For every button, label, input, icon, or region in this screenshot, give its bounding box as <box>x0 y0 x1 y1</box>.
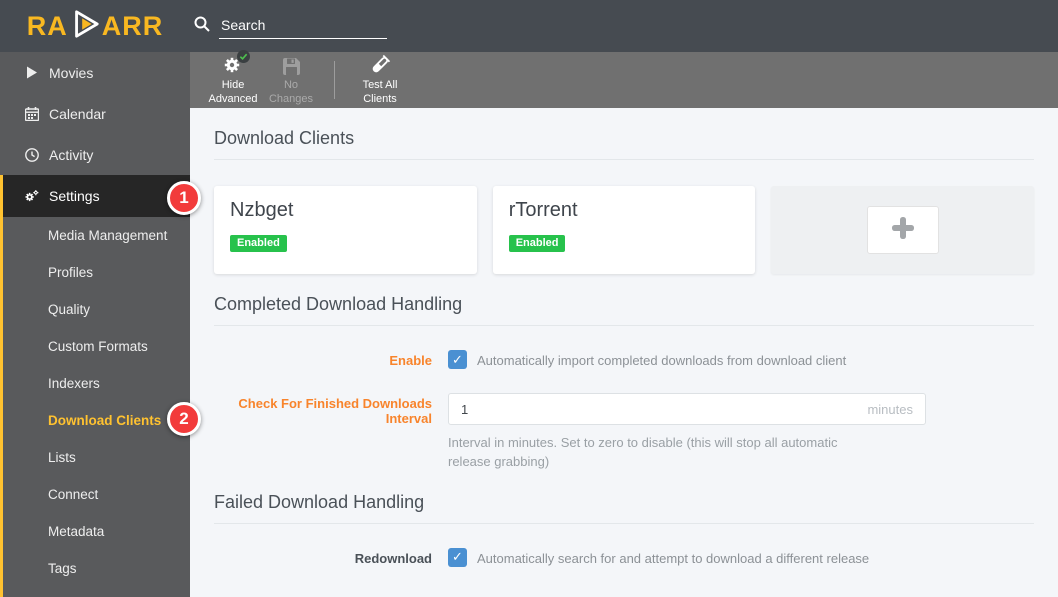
play-logo-icon <box>70 9 100 44</box>
logo-text-right: ARR <box>102 11 164 42</box>
interval-help-text: Interval in minutes. Set to zero to disa… <box>448 434 876 472</box>
gears-icon <box>24 189 39 204</box>
client-name: rTorrent <box>509 199 740 222</box>
redownload-setting-row: Redownload ✓ Automatically search for an… <box>214 548 1034 567</box>
interval-input[interactable] <box>461 402 761 417</box>
redownload-label: Redownload <box>214 548 432 566</box>
section-title-download-clients: Download Clients <box>214 128 1034 160</box>
search-icon <box>194 16 210 37</box>
enabled-badge: Enabled <box>509 235 566 252</box>
no-changes-button[interactable]: No Changes <box>262 54 320 105</box>
enable-caption: Automatically import completed downloads… <box>477 350 846 369</box>
sidebar-item-tags[interactable]: Tags <box>3 550 190 587</box>
test-vial-icon <box>369 54 391 76</box>
redownload-caption: Automatically search for and attempt to … <box>477 548 869 567</box>
test-all-clients-button[interactable]: Test All Clients <box>351 54 409 105</box>
enabled-badge: Enabled <box>230 235 287 252</box>
search-bar <box>194 14 387 39</box>
enable-checkbox[interactable]: ✓ <box>448 350 467 369</box>
sidebar-item-indexers[interactable]: Indexers <box>3 365 190 402</box>
hide-advanced-button[interactable]: Hide Advanced <box>204 54 262 105</box>
interval-setting-row: Check For Finished Downloads Interval mi… <box>214 393 1034 472</box>
sidebar-item-activity[interactable]: Activity <box>0 134 190 175</box>
enable-label: Enable <box>214 350 432 368</box>
section-title-completed-download-handling: Completed Download Handling <box>214 294 1034 326</box>
annotation-step-2-badge: 2 <box>167 402 201 436</box>
redownload-control: ✓ Automatically search for and attempt t… <box>448 548 869 567</box>
enable-control: ✓ Automatically import completed downloa… <box>448 350 846 369</box>
logo-text-left: RA <box>27 11 68 42</box>
sidebar-item-profiles[interactable]: Profiles <box>3 254 190 291</box>
sidebar-item-metadata[interactable]: Metadata <box>3 513 190 550</box>
sidebar-item-custom-formats[interactable]: Custom Formats <box>3 328 190 365</box>
gear-check-icon <box>222 54 244 76</box>
sidebar-item-connect[interactable]: Connect <box>3 476 190 513</box>
interval-control: minutes Interval in minutes. Set to zero… <box>448 393 926 472</box>
main-column: Hide Advanced No Changes <box>190 52 1058 597</box>
annotation-step-1-badge: 1 <box>167 181 201 215</box>
floppy-save-icon <box>282 54 301 76</box>
calendar-icon <box>24 107 39 121</box>
play-icon <box>24 66 39 79</box>
add-client-button[interactable] <box>867 206 939 254</box>
sidebar-item-movies[interactable]: Movies <box>0 52 190 93</box>
sidebar-item-label: Calendar <box>49 106 106 122</box>
radarr-app: RA ARR <box>0 0 1058 597</box>
client-card-rtorrent[interactable]: rTorrent Enabled <box>493 186 756 274</box>
sidebar-item-label: Movies <box>49 65 93 81</box>
sidebar-item-settings[interactable]: Settings <box>3 175 190 217</box>
settings-content: Download Clients Nzbget Enabled rTorrent… <box>190 108 1058 597</box>
search-input[interactable] <box>219 14 387 39</box>
sidebar-item-quality[interactable]: Quality <box>3 291 190 328</box>
plus-icon <box>889 214 917 247</box>
top-header: RA ARR <box>0 0 1058 52</box>
sidebar-item-label: Activity <box>49 147 93 163</box>
toolbar-button-label: Hide Advanced <box>204 79 262 105</box>
add-client-card[interactable] <box>771 186 1034 274</box>
sidebar-item-calendar[interactable]: Calendar <box>0 93 190 134</box>
toolbar-separator <box>334 61 335 99</box>
toolbar-button-label: No Changes <box>262 79 320 105</box>
interval-label: Check For Finished Downloads Interval <box>214 393 432 426</box>
radarr-logo[interactable]: RA ARR <box>0 9 190 44</box>
client-card-nzbget[interactable]: Nzbget Enabled <box>214 186 477 274</box>
advanced-enabled-check-icon <box>237 50 250 63</box>
sidebar-item-label: Settings <box>49 188 100 204</box>
enable-setting-row: Enable ✓ Automatically import completed … <box>214 350 1034 369</box>
redownload-checkbox[interactable]: ✓ <box>448 548 467 567</box>
section-title-failed-download-handling: Failed Download Handling <box>214 492 1034 524</box>
sidebar-item-download-clients[interactable]: Download Clients <box>3 402 190 439</box>
page-toolbar: Hide Advanced No Changes <box>190 52 1058 108</box>
clock-icon <box>24 148 39 162</box>
interval-input-wrap: minutes <box>448 393 926 425</box>
settings-group: Settings Media Management Profiles Quali… <box>0 175 190 597</box>
interval-unit: minutes <box>867 402 913 417</box>
client-name: Nzbget <box>230 199 461 222</box>
sidebar-item-lists[interactable]: Lists <box>3 439 190 476</box>
sidebar-nav: Movies Calendar <box>0 52 190 597</box>
sidebar-item-media-management[interactable]: Media Management <box>3 217 190 254</box>
download-client-cards: Nzbget Enabled rTorrent Enabled <box>214 186 1034 274</box>
toolbar-button-label: Test All Clients <box>351 79 409 105</box>
